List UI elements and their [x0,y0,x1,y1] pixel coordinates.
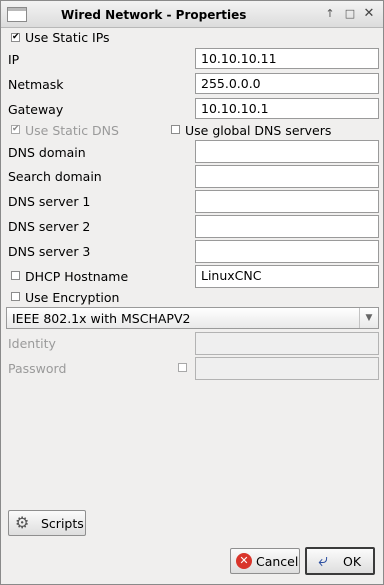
identity-label: Identity [8,336,56,351]
back-arrow-icon: ⤶ [318,550,329,571]
gateway-label: Gateway [8,102,64,117]
ok-button-label: OK [343,554,362,569]
window-title: Wired Network - Properties [61,8,247,22]
cancel-icon: ✕ [236,553,252,569]
ip-label: IP [8,52,20,67]
gears-icon: ⚙ [15,513,30,532]
encryption-type-value: IEEE 802.1x with MSCHAPV2 [12,311,191,326]
dhcp-hostname-checkbox[interactable] [11,271,20,280]
dns-server-3-label: DNS server 3 [8,244,91,259]
dns-server-2-field[interactable] [195,215,379,238]
title-bar[interactable]: Wired Network - Properties ↑ □ ✕ [1,1,383,28]
use-encryption-checkbox[interactable] [11,292,20,301]
properties-form: Use Static IPs IP 10.10.10.11 Netmask 25… [1,28,383,584]
use-static-dns-checkbox[interactable] [11,125,20,134]
shade-up-icon[interactable]: ↑ [323,7,337,21]
netmask-label: Netmask [8,77,64,92]
scripts-button-label: Scripts [41,516,84,531]
dhcp-hostname-field[interactable]: LinuxCNC [195,265,379,288]
use-static-ips-checkbox[interactable] [11,33,20,42]
search-domain-field[interactable] [195,165,379,188]
use-static-dns-label: Use Static DNS [25,123,119,138]
cancel-button-label: Cancel [256,554,299,569]
dns-domain-field[interactable] [195,140,379,163]
window-icon [7,7,27,22]
use-global-dns-checkbox[interactable] [171,125,180,134]
use-global-dns-label: Use global DNS servers [185,123,332,138]
dhcp-hostname-label: DHCP Hostname [25,269,129,284]
password-field[interactable] [195,357,379,380]
use-static-ips-label: Use Static IPs [25,30,110,45]
encryption-type-select[interactable]: IEEE 802.1x with MSCHAPV2 ▼ [6,307,379,329]
properties-window: Wired Network - Properties ↑ □ ✕ Use Sta… [0,0,384,585]
password-label: Password [8,361,67,376]
maximize-icon[interactable]: □ [343,7,357,21]
dns-server-3-field[interactable] [195,240,379,263]
ok-button[interactable]: ⤶ OK [305,547,375,575]
dns-server-2-label: DNS server 2 [8,219,91,234]
close-icon[interactable]: ✕ [362,7,376,21]
dns-server-1-field[interactable] [195,190,379,213]
identity-field[interactable] [195,332,379,355]
gateway-field[interactable]: 10.10.10.1 [195,98,379,119]
scripts-button[interactable]: ⚙ Scripts [8,510,86,536]
netmask-field[interactable]: 255.0.0.0 [195,73,379,94]
show-password-checkbox[interactable] [178,363,187,372]
use-encryption-label: Use Encryption [25,290,120,305]
ip-field[interactable]: 10.10.10.11 [195,48,379,69]
chevron-down-icon[interactable]: ▼ [359,308,378,328]
cancel-button[interactable]: ✕ Cancel [230,548,300,574]
dns-domain-label: DNS domain [8,145,86,160]
search-domain-label: Search domain [8,169,102,184]
dns-server-1-label: DNS server 1 [8,194,91,209]
